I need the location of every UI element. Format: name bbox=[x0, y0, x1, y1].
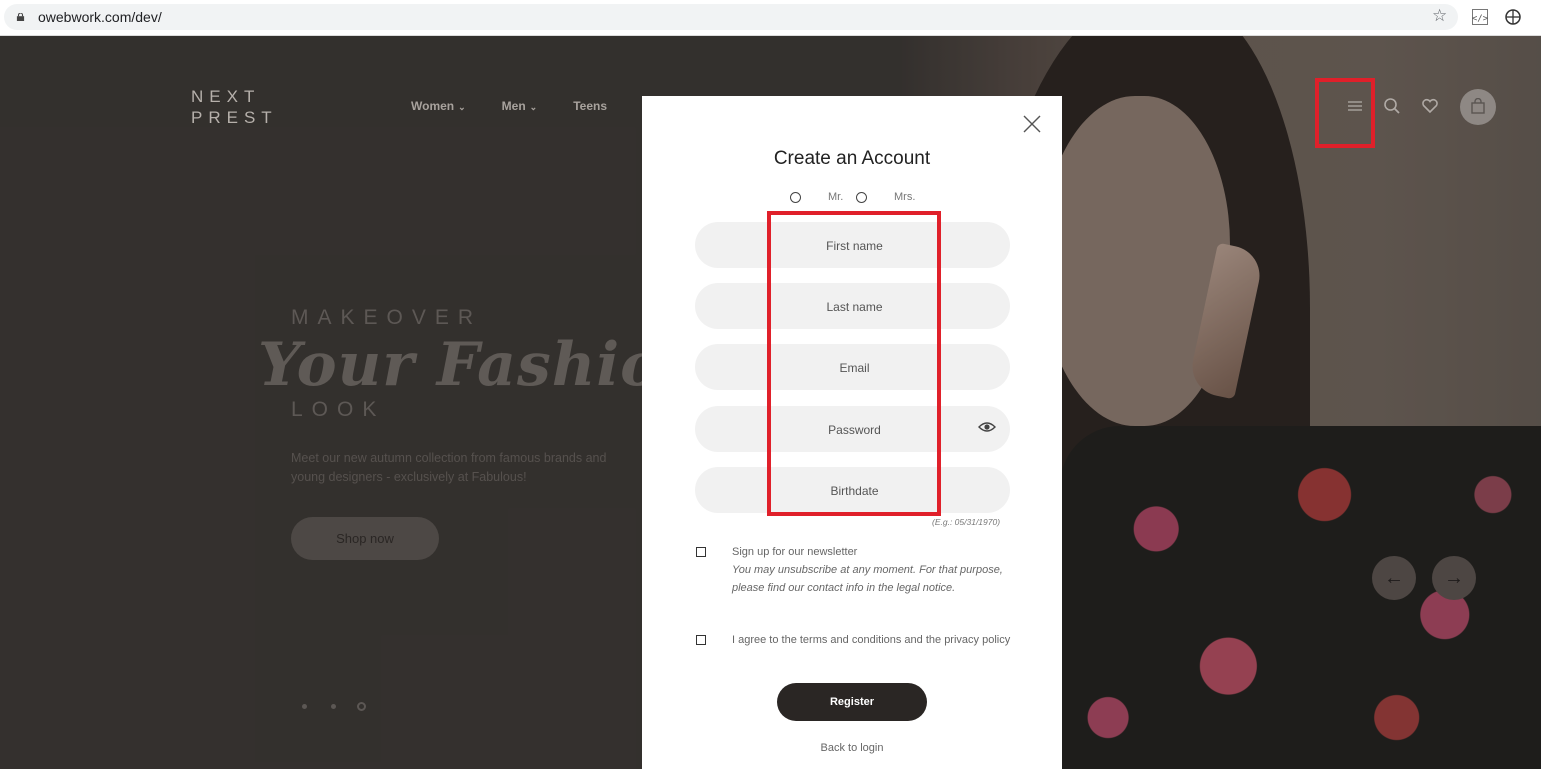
gender-label-mr: Mr. bbox=[828, 191, 844, 203]
newsletter-text: Sign up for our newsletter You may unsub… bbox=[732, 543, 1022, 597]
hero-look: LOOK bbox=[291, 398, 386, 421]
lock-icon bbox=[16, 13, 25, 21]
newsletter-label: Sign up for our newsletter bbox=[732, 546, 858, 558]
gender-label-mrs: Mrs. bbox=[894, 191, 916, 203]
back-to-login-link[interactable]: Back to login bbox=[642, 742, 1062, 754]
heart-icon[interactable] bbox=[1421, 97, 1439, 115]
shop-now-button[interactable]: Shop now bbox=[291, 517, 439, 560]
cart-button[interactable] bbox=[1460, 89, 1496, 125]
logo[interactable]: NEXT PREST bbox=[191, 86, 278, 128]
nav-item-teens[interactable]: Teens bbox=[573, 99, 607, 113]
eye-icon[interactable] bbox=[978, 421, 996, 433]
search-icon[interactable] bbox=[1383, 97, 1401, 115]
page: NEXT PREST Women ⌄ Men ⌄ Teens MAKEOVER Yo… bbox=[0, 36, 1541, 769]
radio-mrs[interactable] bbox=[856, 192, 867, 203]
nav-label: Teens bbox=[573, 99, 608, 113]
hero-script-title: Your Fashion bbox=[258, 330, 706, 400]
slider-dot[interactable] bbox=[302, 704, 307, 709]
modal-title: Create an Account bbox=[773, 148, 931, 169]
arrow-left-icon: ← bbox=[1384, 567, 1404, 589]
bookmark-star-icon[interactable]: ☆ bbox=[1432, 7, 1447, 24]
close-icon[interactable] bbox=[1022, 114, 1042, 134]
radio-mr[interactable] bbox=[790, 192, 801, 203]
nav-item-women[interactable]: Women ⌄ bbox=[411, 99, 466, 113]
chevron-down-icon: ⌄ bbox=[529, 102, 538, 112]
globe-icon[interactable] bbox=[1505, 9, 1521, 25]
browser-toolbar: owebwork.com/dev/ ☆ </> bbox=[0, 0, 1541, 36]
main-nav: Women ⌄ Men ⌄ Teens bbox=[411, 99, 607, 113]
nav-label: Men bbox=[501, 99, 526, 113]
terms-checkbox[interactable] bbox=[696, 635, 706, 645]
svg-text:</>: </> bbox=[1472, 14, 1488, 24]
bag-icon bbox=[1471, 98, 1485, 114]
arrow-right-icon: → bbox=[1444, 567, 1464, 589]
code-extension-icon[interactable]: </> bbox=[1472, 9, 1488, 25]
newsletter-note: You may unsubscribe at any moment. For t… bbox=[732, 564, 1003, 594]
birthdate-hint: (E.g.: 05/31/1970) bbox=[932, 517, 1001, 527]
logo-line-1: NEXT bbox=[191, 87, 261, 106]
register-button[interactable]: Register bbox=[777, 683, 927, 721]
slider-dot[interactable] bbox=[331, 704, 336, 709]
nav-item-men[interactable]: Men ⌄ bbox=[502, 99, 538, 113]
chevron-down-icon: ⌄ bbox=[458, 102, 466, 112]
url-text[interactable]: owebwork.com/dev/ bbox=[38, 9, 162, 25]
nav-label: Women bbox=[411, 99, 455, 113]
highlight-box-fields bbox=[767, 211, 941, 516]
prev-slide-button[interactable]: ← bbox=[1372, 556, 1416, 600]
create-account-modal: Create an Account Mr. Mrs. (E.g.: 05/31/… bbox=[642, 96, 1062, 769]
hero-kicker: MAKEOVER bbox=[291, 306, 483, 329]
slider-dot-active[interactable] bbox=[357, 702, 366, 711]
next-slide-button[interactable]: → bbox=[1432, 556, 1476, 600]
newsletter-checkbox[interactable] bbox=[696, 547, 706, 557]
address-bar[interactable]: owebwork.com/dev/ bbox=[4, 4, 1458, 30]
hero-description: Meet our new autumn collection from famo… bbox=[291, 451, 607, 484]
terms-label: I agree to the terms and conditions and … bbox=[732, 634, 1011, 646]
logo-line-2: PREST bbox=[191, 108, 278, 127]
highlight-box-menu bbox=[1315, 78, 1375, 148]
